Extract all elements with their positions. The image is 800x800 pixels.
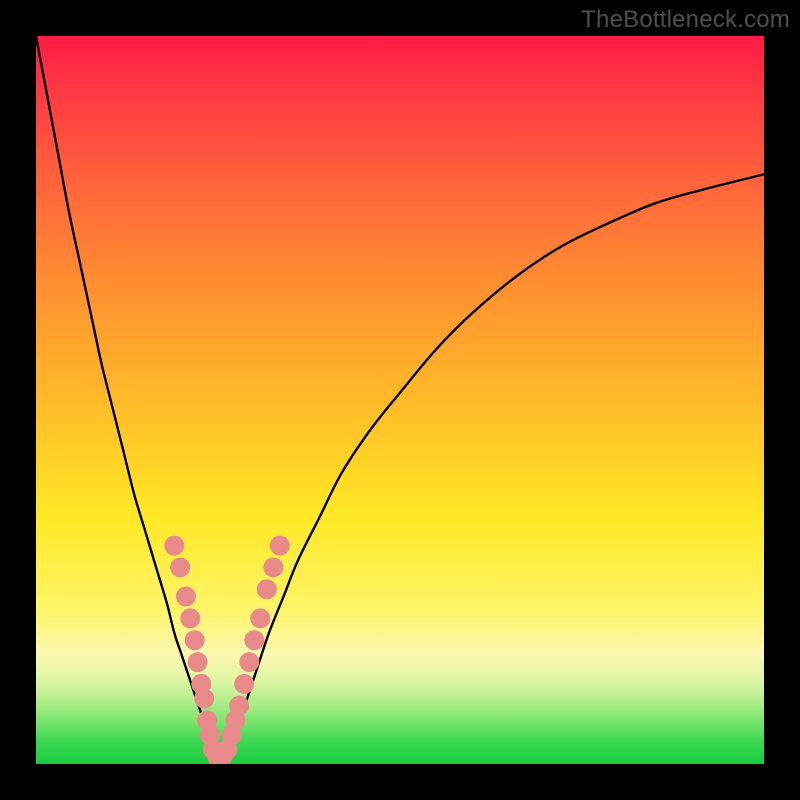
marker-dot	[234, 674, 254, 694]
marker-dot	[250, 608, 270, 628]
series-left-curve	[36, 36, 214, 764]
plot-area	[36, 36, 764, 764]
marker-dot	[257, 579, 277, 599]
marker-dot	[239, 652, 259, 672]
marker-dot	[164, 536, 184, 556]
marker-dot	[188, 652, 208, 672]
marker-dot	[194, 688, 214, 708]
marker-dot	[170, 557, 190, 577]
series-right-curve	[225, 174, 764, 764]
curves-svg	[36, 36, 764, 764]
marker-dot	[176, 587, 196, 607]
marker-dot	[180, 608, 200, 628]
marker-dot	[229, 696, 249, 716]
marker-dot	[270, 536, 290, 556]
marker-dot	[185, 630, 205, 650]
chart-frame: TheBottleneck.com	[0, 0, 800, 800]
marker-dot	[244, 630, 264, 650]
watermark-text: TheBottleneck.com	[581, 6, 790, 34]
marker-dot	[263, 557, 283, 577]
